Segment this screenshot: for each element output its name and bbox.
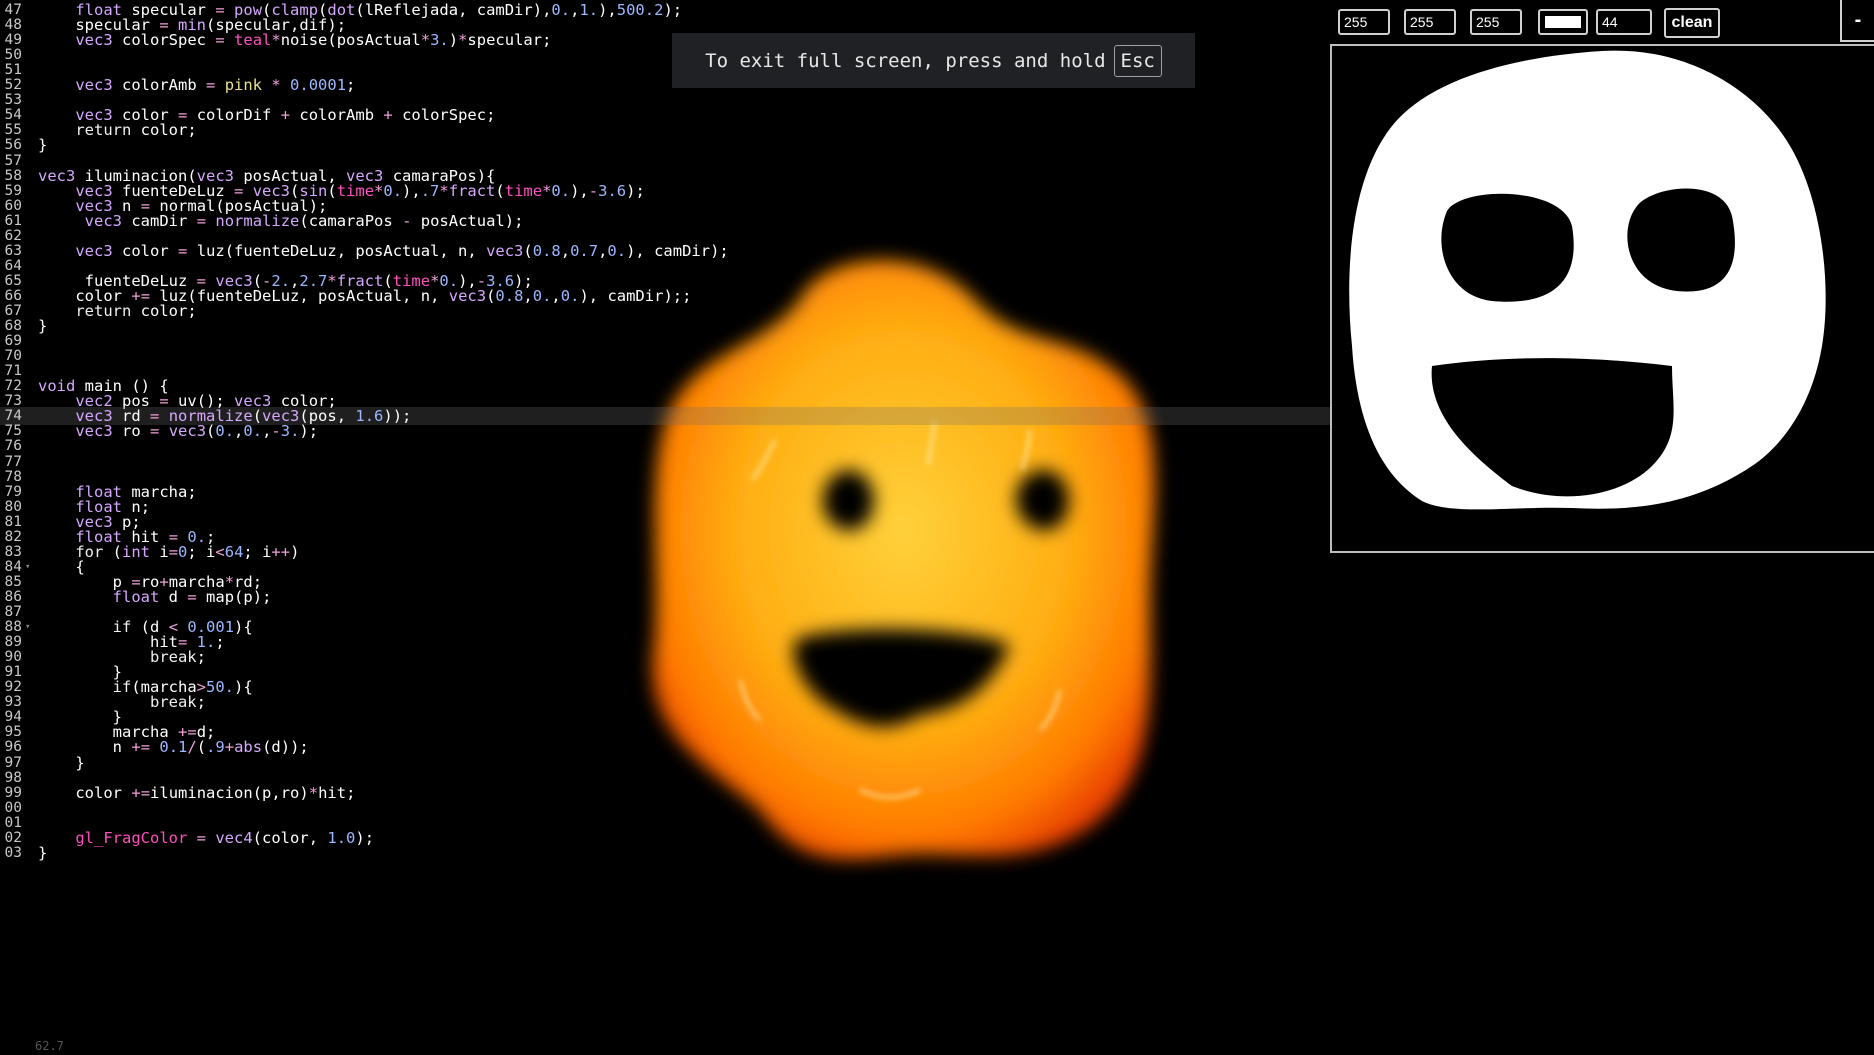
line-code: } xyxy=(38,843,48,862)
drawing-panel: clean - xyxy=(1330,0,1874,553)
drawing-canvas[interactable] xyxy=(1330,44,1874,553)
clean-button[interactable]: clean xyxy=(1664,8,1720,38)
white-face-stroke xyxy=(1349,50,1826,510)
code-line[interactable]: 03} xyxy=(0,844,1330,862)
drawing-toolbar: clean - xyxy=(1330,0,1874,44)
smiley-drawing xyxy=(1349,50,1826,510)
red-value-input[interactable] xyxy=(1338,9,1390,35)
fps-counter: 62.7 xyxy=(35,1039,64,1053)
brush-size-input[interactable] xyxy=(1596,9,1652,35)
code-editor[interactable]: 47 float specular = pow(clamp(dot(lRefle… xyxy=(0,0,1330,1055)
line-number: 03 xyxy=(4,844,22,861)
fullscreen-exit-toast: To exit full screen, press and hold Esc xyxy=(672,33,1195,88)
toast-message: To exit full screen, press and hold xyxy=(705,49,1106,72)
color-preview xyxy=(1545,16,1581,28)
blue-value-input[interactable] xyxy=(1470,9,1522,35)
green-value-input[interactable] xyxy=(1404,9,1456,35)
esc-key-label: Esc xyxy=(1113,44,1162,77)
collapse-button[interactable]: - xyxy=(1840,0,1874,42)
color-picker[interactable] xyxy=(1538,9,1588,35)
